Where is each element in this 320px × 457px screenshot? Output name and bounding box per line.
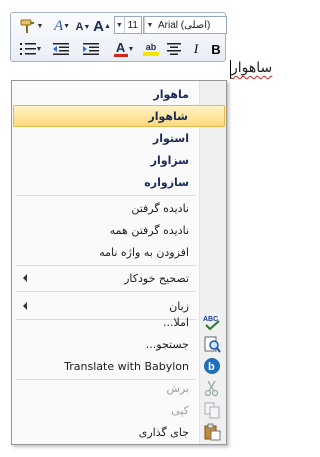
highlight-button[interactable]: ab xyxy=(139,39,163,59)
svg-text:ABC: ABC xyxy=(203,316,218,323)
format-painter-icon xyxy=(20,19,34,33)
spelling-item[interactable]: املا... ABC xyxy=(13,311,225,333)
format-painter-button[interactable]: ▼ xyxy=(15,16,47,36)
font-color-icon: A xyxy=(115,40,126,55)
scissors-icon xyxy=(203,379,221,397)
font-name-box[interactable]: ▼ Arial (اصلی) xyxy=(143,16,227,34)
font-color-dropdown-icon: ▼ xyxy=(127,45,135,53)
menu-separator xyxy=(16,291,196,292)
submenu-arrow-icon xyxy=(23,302,27,310)
suggestion-item[interactable]: استوار xyxy=(13,127,225,149)
highlight-icon: ab xyxy=(145,42,157,52)
add-to-dictionary-label: افزودن به واژه نامه xyxy=(99,245,189,259)
suggestion-label: سزاوار xyxy=(150,153,189,167)
format-painter-dropdown-icon: ▼ xyxy=(36,22,44,30)
font-color-swatch xyxy=(113,54,128,57)
ignore-all-item[interactable]: نادیده گرفتن همه xyxy=(13,219,225,241)
highlight-color-swatch xyxy=(143,52,159,56)
grow-font-button[interactable]: A ▲ xyxy=(93,16,111,36)
styles-icon: A xyxy=(53,17,64,34)
misspelled-word[interactable]: ساهوار xyxy=(231,60,272,76)
bold-icon: B xyxy=(211,41,221,57)
spelling-check-icon: ABC xyxy=(203,313,221,331)
center-align-button[interactable] xyxy=(165,39,183,59)
suggestion-label: سازواره xyxy=(144,175,189,189)
font-size-value: 11 xyxy=(127,19,138,31)
bullets-dropdown-icon: ▼ xyxy=(35,45,43,53)
font-size-box[interactable]: ▼ 11 xyxy=(114,16,142,34)
translate-item[interactable]: Translate with Babylon b xyxy=(13,355,225,377)
spelling-label: املا... xyxy=(162,315,189,329)
font-name-value: Arial (اصلی) xyxy=(158,19,211,31)
copy-icon xyxy=(203,401,221,419)
suggestion-label: استوار xyxy=(152,131,189,145)
font-size-dropdown-icon[interactable]: ▼ xyxy=(115,17,125,33)
paste-label: جای گذاری xyxy=(138,425,189,439)
styles-button[interactable]: A ▼ xyxy=(51,16,73,36)
ignore-all-label: نادیده گرفتن همه xyxy=(109,223,189,237)
context-menu: ماهوار شاهوار استوار سزاوار سازواره نادی… xyxy=(11,80,227,445)
font-color-button[interactable]: A ▼ xyxy=(111,39,137,59)
decrease-indent-icon xyxy=(53,43,69,55)
svg-text:b: b xyxy=(208,361,215,373)
autocorrect-label: تصحیح خودکار xyxy=(124,271,189,285)
translate-label: Translate with Babylon xyxy=(64,359,189,373)
autocorrect-item[interactable]: تصحیح خودکار xyxy=(13,267,225,289)
italic-icon: I xyxy=(193,41,199,56)
italic-button[interactable]: I xyxy=(187,39,205,59)
ignore-item[interactable]: نادیده گرفتن xyxy=(13,197,225,219)
increase-indent-button[interactable] xyxy=(79,39,103,59)
cut-item[interactable]: برش xyxy=(13,377,225,399)
paste-icon xyxy=(203,423,221,441)
styles-dropdown-icon: ▼ xyxy=(63,22,71,30)
bullets-button[interactable]: ▼ xyxy=(17,39,45,59)
research-icon xyxy=(203,335,221,353)
bold-button[interactable]: B xyxy=(207,39,225,59)
submenu-arrow-icon xyxy=(23,274,27,282)
mini-toolbar: ▼ Arial (اصلی) ▼ 11 A▲ A▼ A▼ ▼ B I ab xyxy=(10,12,227,62)
suggestion-item[interactable]: سازواره xyxy=(13,171,225,193)
suggestion-label: شاهوار xyxy=(148,109,188,123)
copy-label: کپی xyxy=(171,403,189,417)
paste-item[interactable]: جای گذاری xyxy=(13,421,225,443)
bullets-icon xyxy=(19,43,36,55)
font-name-dropdown-icon[interactable]: ▼ xyxy=(144,17,155,33)
decrease-indent-button[interactable] xyxy=(49,39,73,59)
suggestion-item-selected[interactable]: شاهوار xyxy=(13,105,225,127)
copy-item[interactable]: کپی xyxy=(13,399,225,421)
center-align-icon xyxy=(167,43,181,55)
suggestion-label: ماهوار xyxy=(153,87,189,101)
add-to-dictionary-item[interactable]: افزودن به واژه نامه xyxy=(13,241,225,263)
shrink-font-icon: A xyxy=(75,21,84,33)
suggestion-item[interactable]: ماهوار xyxy=(13,83,225,105)
grow-font-icon: A xyxy=(93,17,104,35)
menu-separator xyxy=(16,265,196,266)
look-up-label: جستجو... xyxy=(145,337,189,351)
suggestion-item[interactable]: سزاوار xyxy=(13,149,225,171)
menu-separator xyxy=(16,195,196,196)
cut-label: برش xyxy=(166,381,189,395)
babylon-icon: b xyxy=(203,357,221,375)
shrink-font-button[interactable]: A ▼ xyxy=(75,17,91,37)
increase-indent-icon xyxy=(83,43,99,55)
look-up-item[interactable]: جستجو... xyxy=(13,333,225,355)
ignore-label: نادیده گرفتن xyxy=(131,201,189,215)
